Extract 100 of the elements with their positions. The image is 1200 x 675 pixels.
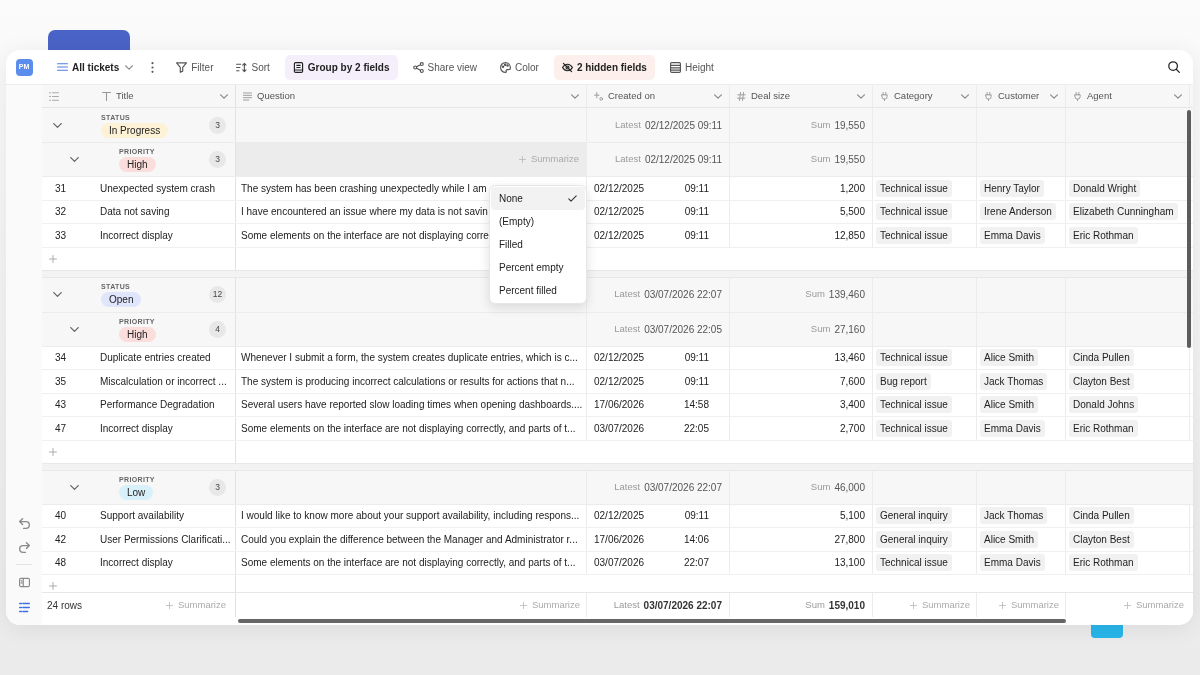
chevron-down-icon[interactable] <box>70 326 79 332</box>
plus-icon <box>519 601 527 609</box>
share-icon <box>412 61 424 73</box>
column-header[interactable]: Created on <box>587 85 729 107</box>
sort-button[interactable]: Sort <box>228 54 278 80</box>
category-tag: General inquiry <box>876 507 952 525</box>
menu-item[interactable]: Percent filled <box>491 279 585 302</box>
summary-label: Latest <box>614 287 641 302</box>
question-text: Some elements on the interface are not displaying correctly, and parts of t... <box>241 556 576 571</box>
summary-value: 19,550 <box>834 118 865 133</box>
chevron-down-icon <box>220 93 228 99</box>
plus-dot-icon <box>594 91 603 101</box>
time-text: 14:58 <box>683 398 709 413</box>
question-text: Some elements on the interface are not displaying corre <box>241 228 489 243</box>
column-header[interactable]: Deal size <box>730 85 872 107</box>
question-text: I would like to know more about your support availability, including respons... <box>241 509 580 524</box>
agent-tag: Eric Rothman <box>1069 226 1138 244</box>
group-button[interactable]: Group by 2 fields <box>284 54 398 80</box>
date-text: 03/07/2026 <box>594 556 645 571</box>
group-tag: Open <box>101 292 142 307</box>
time-text: 22:05 <box>683 421 709 436</box>
menu-item[interactable]: (Empty) <box>491 210 585 233</box>
deal-size-text: 27,800 <box>834 532 865 547</box>
redo-icon[interactable] <box>18 542 30 553</box>
view-selector[interactable]: All tickets <box>57 54 134 80</box>
question-text: The system has been crashing unexpectedly while I am <box>241 181 487 196</box>
hidden-fields-button[interactable]: 2 hidden fields <box>553 54 655 80</box>
list-view-icon[interactable] <box>18 602 30 613</box>
horizontal-scrollbar[interactable] <box>238 619 1066 623</box>
book-icon <box>292 61 304 73</box>
summary-label: Latest <box>614 321 641 336</box>
agent-tag: Clayton Best <box>1069 372 1134 390</box>
title-text: Performance Degradation <box>100 398 215 413</box>
customer-tag: Emma Davis <box>980 226 1045 244</box>
title-text: User Permissions Clarificati... <box>100 532 231 547</box>
category-tag: Technical issue <box>876 179 952 197</box>
summary-value: 03/07/2026 22:05 <box>644 322 722 337</box>
deal-size-text: 5,500 <box>839 205 865 220</box>
title-text: Data not saving <box>100 205 170 220</box>
menu-item[interactable]: Filled <box>491 233 585 256</box>
undo-icon[interactable] <box>18 518 30 529</box>
agent-tag: Cinda Pullen <box>1069 349 1134 367</box>
time-text: 09:11 <box>684 181 709 196</box>
category-tag: Technical issue <box>876 396 952 414</box>
row-number: 35 <box>55 375 67 387</box>
question-text: I have encountered an issue where my data is not savin <box>241 205 488 220</box>
vertical-scrollbar[interactable] <box>1187 110 1191 348</box>
menu-item[interactable]: Percent empty <box>491 256 585 279</box>
column-header[interactable]: Customer <box>977 85 1065 107</box>
plug-icon <box>984 91 993 101</box>
chevron-down-icon[interactable] <box>53 292 62 297</box>
plug-icon <box>1073 91 1082 101</box>
date-text: 02/12/2025 <box>594 205 645 220</box>
menu-item[interactable]: None <box>491 187 585 210</box>
deal-size-text: 12,850 <box>834 228 865 243</box>
category-tag: Technical issue <box>876 349 952 367</box>
plus-icon <box>1123 601 1131 609</box>
title-text: Incorrect display <box>100 421 173 436</box>
title-text: Duplicate entries created <box>100 351 211 366</box>
chevron-down-icon <box>857 93 865 99</box>
text-type-icon <box>102 91 111 101</box>
row-number: 48 <box>55 557 67 569</box>
share-view-button[interactable]: Share view <box>404 54 485 80</box>
agent-tag: Donald Johns <box>1069 396 1139 414</box>
customer-tag: Irene Anderson <box>980 203 1056 221</box>
title-text: Incorrect display <box>100 556 173 571</box>
deal-size-text: 2,700 <box>839 421 865 436</box>
chevron-down-icon[interactable] <box>53 122 62 128</box>
title-text: Miscalculation or incorrect ... <box>100 374 227 389</box>
color-button[interactable]: Color <box>492 54 547 80</box>
summary-label: Latest <box>613 597 640 612</box>
time-text: 14:06 <box>683 532 709 547</box>
column-header[interactable]: Title <box>100 85 235 107</box>
search-icon[interactable] <box>1168 61 1180 73</box>
customer-tag: Alice Smith <box>980 349 1038 367</box>
summary-label: Sum <box>810 321 831 336</box>
column-header[interactable]: Agent <box>1066 85 1189 107</box>
row-number: 32 <box>55 206 67 218</box>
category-tag: Technical issue <box>876 419 952 437</box>
summary-label: Latest <box>614 479 641 494</box>
row-numbers-icon <box>49 91 59 101</box>
group-count: 3 <box>209 478 226 496</box>
chevron-down-icon[interactable] <box>70 157 79 162</box>
summary-label: Sum <box>805 597 825 612</box>
chevron-down-icon[interactable] <box>70 484 79 490</box>
customer-tag: Alice Smith <box>980 396 1038 414</box>
column-header[interactable]: Category <box>873 85 976 107</box>
customer-tag: Emma Davis <box>980 419 1045 437</box>
filter-button[interactable]: Filter <box>168 54 222 80</box>
row-height-button[interactable]: Height <box>661 54 722 80</box>
time-text: 09:11 <box>684 228 709 243</box>
date-text: 02/12/2025 <box>594 351 645 366</box>
summary-value: 02/12/2025 09:11 <box>644 118 722 133</box>
category-tag: Technical issue <box>876 203 952 221</box>
column-header[interactable]: Question <box>236 85 586 107</box>
question-text: Several users have reported slow loading times when opening dashboards.... <box>241 398 583 413</box>
more-icon[interactable] <box>151 61 155 73</box>
sidebar-panel-icon[interactable] <box>18 577 30 588</box>
date-text: 03/07/2026 <box>594 421 645 436</box>
category-tag: Technical issue <box>876 226 952 244</box>
